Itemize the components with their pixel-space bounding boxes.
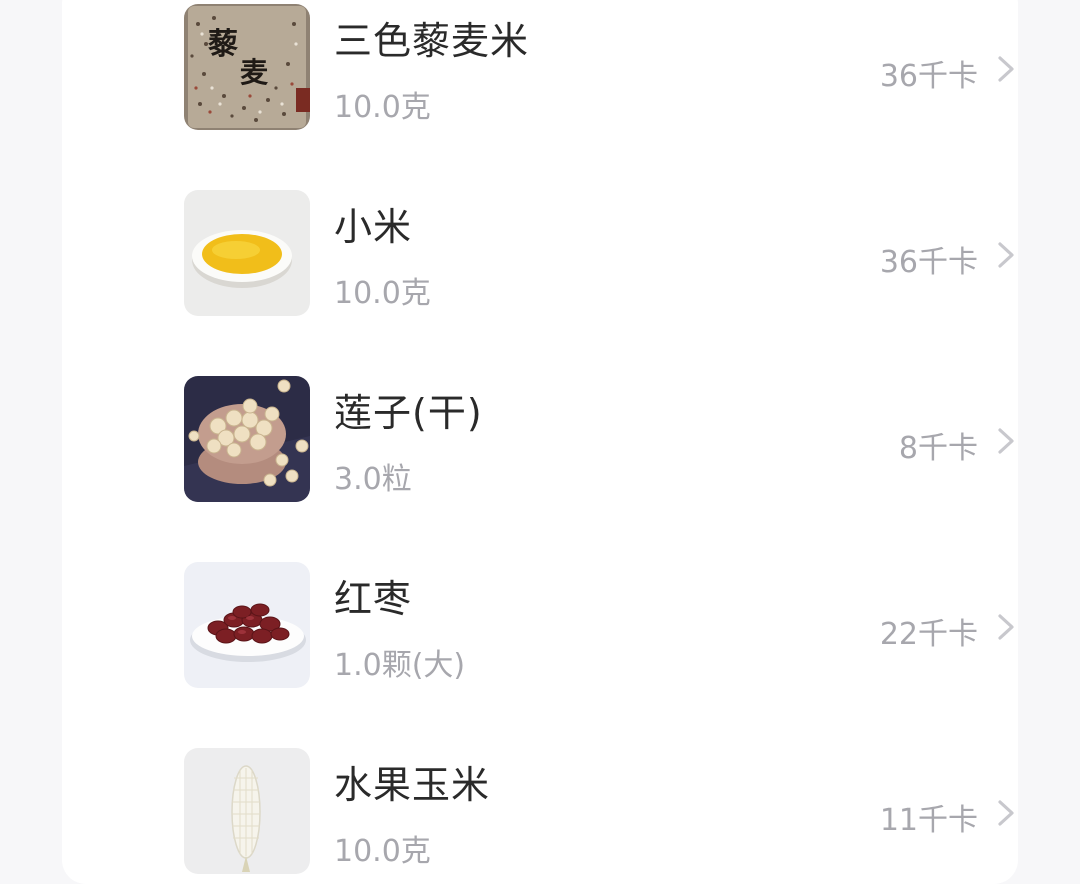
food-name: 红枣 [334,577,413,621]
food-amount: 10.0克 [334,90,431,125]
food-calories: 36千卡 [879,59,978,94]
chevron-right-icon [994,240,1018,270]
chevron-right-icon [994,612,1018,642]
quinoa-package-logo-text-1: 藜 [208,27,238,62]
corn-thumbnail [184,748,310,874]
food-name: 莲子(干) [334,391,483,435]
food-list-card: 藜 麦 三色藜麦米 10.0克 36千卡 小米 10.0克 36千卡 莲子(干)… [62,0,1018,884]
food-name: 小米 [334,205,413,249]
lotus-seeds-thumbnail [184,376,310,502]
food-amount: 10.0克 [334,834,431,869]
food-item-millet[interactable]: 小米 10.0克 36千卡 [184,190,1024,316]
chevron-right-icon [994,54,1018,84]
quinoa-package-logo-text-2: 麦 [240,56,269,89]
chevron-right-icon [994,426,1018,456]
food-calories: 11千卡 [879,803,978,838]
food-item-fruit-corn[interactable]: 水果玉米 10.0克 11千卡 [184,748,1024,874]
food-item-red-dates[interactable]: 红枣 1.0颗(大) 22千卡 [184,562,1024,688]
food-calories: 22千卡 [879,617,978,652]
food-amount: 1.0颗(大) [334,648,466,683]
millet-thumbnail [184,190,310,316]
red-dates-thumbnail [184,562,310,688]
food-amount: 10.0克 [334,276,431,311]
food-calories: 36千卡 [879,245,978,280]
chevron-right-icon [994,798,1018,828]
food-amount: 3.0粒 [334,462,412,497]
food-item-quinoa[interactable]: 藜 麦 三色藜麦米 10.0克 36千卡 [184,4,1024,130]
food-calories: 8千卡 [898,431,978,466]
food-item-lotus-seeds[interactable]: 莲子(干) 3.0粒 8千卡 [184,376,1024,502]
food-name: 三色藜麦米 [334,19,530,63]
quinoa-thumbnail: 藜 麦 [184,4,310,130]
food-name: 水果玉米 [334,763,491,807]
